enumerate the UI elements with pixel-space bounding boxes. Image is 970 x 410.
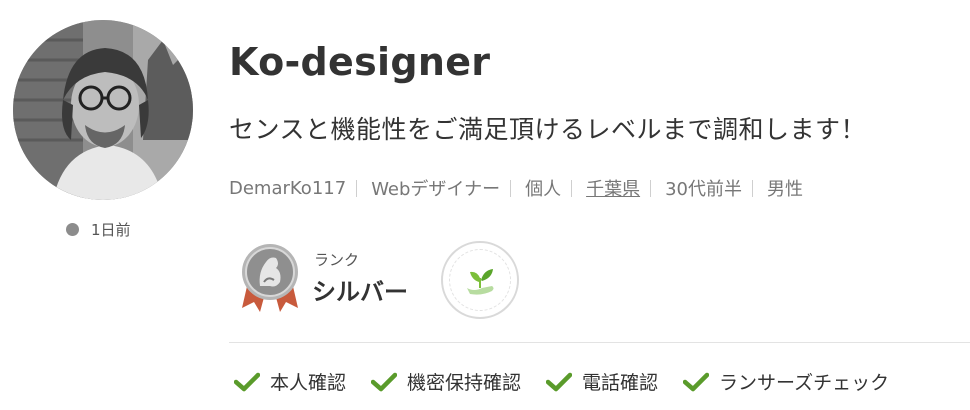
separator (571, 179, 573, 197)
meta-type: 個人 (525, 179, 562, 200)
rank-label: ランク (314, 251, 360, 269)
verification-phone: 電話確認 (546, 368, 658, 395)
meta-gender: 男性 (766, 179, 803, 200)
verification-nda: 機密保持確認 (371, 368, 521, 395)
avatar (13, 20, 193, 200)
separator (650, 179, 652, 197)
last-login: 1日前 (66, 219, 131, 240)
verification-lancers-check: ランサーズチェック (683, 368, 889, 395)
verification-identity: 本人確認 (234, 368, 346, 395)
sprout-badge[interactable] (441, 241, 519, 319)
meta-location-link[interactable]: 千葉県 (586, 175, 640, 201)
meta-job: Webデザイナー (371, 179, 501, 200)
badge-inner (449, 249, 511, 311)
rank[interactable]: ランク シルバー (240, 242, 408, 314)
check-icon (683, 372, 710, 391)
avatar-photo (13, 20, 193, 200)
meta-age: 30代前半 (665, 179, 742, 200)
rank-value: シルバー (312, 278, 408, 306)
separator (356, 179, 358, 197)
meta-user-id: DemarKo117 (229, 177, 347, 199)
separator (751, 179, 753, 197)
verification-label: 電話確認 (582, 372, 659, 394)
check-icon (371, 372, 398, 391)
check-icon (546, 372, 573, 391)
verification-label: ランサーズチェック (719, 372, 890, 394)
tagline: センスと機能性をご満足頂けるレベルまで調和します！ (229, 115, 867, 144)
separator (510, 179, 512, 197)
check-icon (234, 372, 260, 391)
sprout-icon (467, 269, 494, 295)
verifications: 本人確認 機密保持確認 電話確認 ランサーズチェック (234, 368, 889, 395)
last-login-text: 1日前 (91, 221, 131, 239)
profile-meta: DemarKo117 Webデザイナー 個人 千葉県 30代前半 男性 (229, 175, 803, 201)
username: Ko-designer (229, 40, 491, 84)
verification-label: 機密保持確認 (407, 372, 522, 394)
divider (229, 342, 970, 343)
silver-medal-icon (242, 244, 298, 312)
status-dot-icon (66, 223, 79, 236)
verification-label: 本人確認 (270, 372, 347, 394)
